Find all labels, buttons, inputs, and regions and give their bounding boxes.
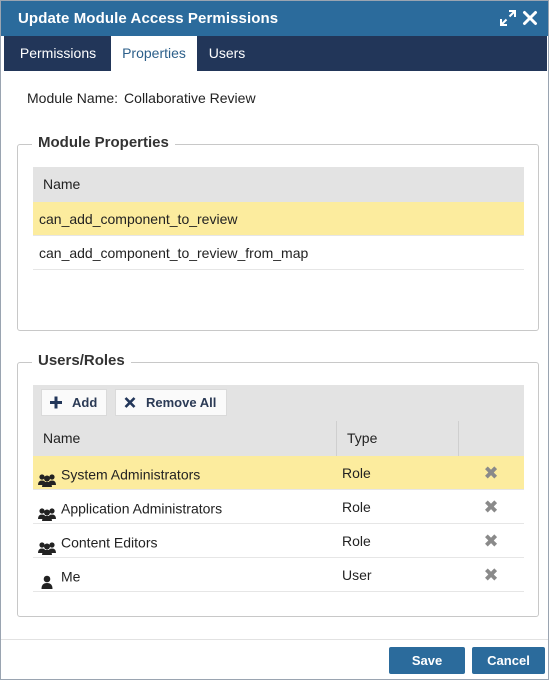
remove-all-button[interactable]: Remove All (115, 389, 227, 416)
delete-row-icon[interactable]: ✖ (481, 558, 501, 592)
user-role-name-cell: System Administrators (37, 456, 200, 490)
properties-grid: Name can_add_component_to_review can_add… (33, 167, 524, 319)
save-button[interactable]: Save (389, 647, 465, 674)
module-name-line: Module Name: Collaborative Review (27, 90, 256, 106)
user-role-name-cell: Application Administrators (37, 490, 222, 524)
user-role-row[interactable]: Me User ✖ (33, 558, 524, 592)
add-button[interactable]: Add (41, 389, 107, 416)
column-header-type[interactable]: Type (337, 421, 458, 456)
users-roles-toolbar: Add Remove All (33, 385, 524, 421)
user-role-name-cell: Me (37, 558, 80, 592)
user-role-name: Me (61, 568, 81, 585)
expand-arrows-icon[interactable] (499, 9, 517, 27)
tab-properties[interactable]: Properties (111, 36, 197, 71)
column-header-name[interactable]: Name (33, 167, 80, 202)
group-icon (37, 500, 57, 522)
tab-permissions[interactable]: Permissions (12, 36, 104, 71)
module-properties-legend: Module Properties (32, 134, 175, 151)
group-icon (37, 534, 57, 556)
user-role-row[interactable]: System Administrators Role ✖ (33, 456, 524, 490)
properties-grid-header: Name (33, 167, 524, 202)
property-name: can_add_component_to_review (39, 211, 238, 227)
remove-all-button-label: Remove All (146, 395, 217, 410)
user-role-name: Application Administrators (61, 500, 223, 517)
add-button-label: Add (72, 395, 98, 410)
user-role-type: Role (342, 499, 371, 515)
property-row[interactable]: can_add_component_to_review (33, 202, 524, 236)
dialog-titlebar[interactable]: Update Module Access Permissions (1, 1, 548, 36)
module-name-label: Module Name: (27, 90, 119, 106)
cancel-button[interactable]: Cancel (472, 647, 545, 674)
user-role-row[interactable]: Application Administrators Role ✖ (33, 490, 524, 524)
tab-bar: Permissions Properties Users (4, 36, 547, 71)
user-role-type: Role (342, 465, 371, 481)
users-roles-legend: Users/Roles (32, 352, 131, 369)
user-role-name-cell: Content Editors (37, 524, 158, 558)
delete-row-icon[interactable]: ✖ (481, 524, 501, 558)
delete-row-icon[interactable]: ✖ (481, 490, 501, 524)
module-properties-group: Module Properties Name can_add_component… (17, 134, 539, 331)
user-role-name: Content Editors (61, 534, 158, 551)
group-icon (37, 466, 57, 488)
user-role-row[interactable]: Content Editors Role ✖ (33, 524, 524, 558)
permissions-dialog: Update Module Access Permissions Permiss… (0, 0, 549, 680)
dialog-footer: Save Cancel (1, 639, 548, 679)
user-role-type: Role (342, 533, 371, 549)
dialog-title: Update Module Access Permissions (18, 10, 279, 27)
user-role-type: User (342, 567, 372, 583)
tab-users[interactable]: Users (200, 36, 254, 71)
plus-icon (50, 390, 62, 423)
delete-row-icon[interactable]: ✖ (481, 456, 501, 490)
column-header-name[interactable]: Name (33, 421, 336, 456)
user-icon (37, 568, 57, 590)
users-roles-grid-header: Name Type (33, 421, 524, 456)
user-role-name: System Administrators (61, 466, 201, 483)
close-x-icon[interactable] (521, 9, 539, 27)
users-roles-group: Users/Roles Add Remove All Name Type Sys… (17, 352, 539, 617)
users-roles-grid: Name Type System Administrators Role ✖ A… (33, 421, 524, 605)
close-x-icon (124, 390, 136, 423)
column-divider[interactable] (458, 421, 459, 456)
module-name-value: Collaborative Review (124, 90, 256, 106)
property-row[interactable]: can_add_component_to_review_from_map (33, 236, 524, 270)
property-name: can_add_component_to_review_from_map (39, 245, 309, 261)
